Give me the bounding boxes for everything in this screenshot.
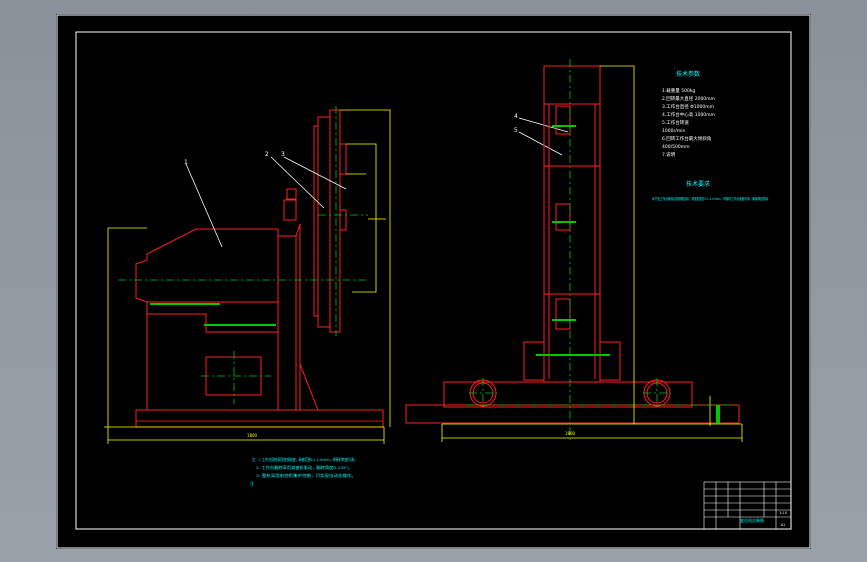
note-line: 2. 工作台翻转采用减速机驱动，翻转角度0-135°。	[256, 465, 352, 470]
outer-border	[56, 14, 811, 549]
part-leaders	[185, 117, 569, 248]
cad-viewer-canvas[interactable]: 1 2 3 4 5 1800 1800 技术参数 1.载重量 500kg 2.回…	[0, 0, 867, 562]
rotary-table	[317, 116, 331, 328]
side-width-dimension: 1800	[565, 431, 576, 436]
note-line: 注：1. 工作台回转采用变频调速，调速范围0.1-1.0r/min，焊接时转速可…	[252, 457, 357, 462]
note-tail: 注	[250, 480, 254, 486]
tech-params-title: 技术参数	[676, 70, 700, 78]
label-part-4: 4	[514, 113, 518, 120]
drawing-sheet[interactable]: 1 2 3 4 5 1800 1800 技术参数 1.载重量 500kg 2.回…	[56, 14, 811, 549]
assembly-drawing: 1 2 3 4 5 1800 1800 技术参数 1.载重量 500kg 2.回…	[56, 14, 811, 549]
tech-req-text: 本产品工作台转速由变频器控制，调速范围在0.1-1.0r/min，焊接时工作台速…	[652, 196, 769, 201]
title-block-sheet: A1	[781, 523, 786, 527]
title-block-scale: 1:10	[779, 511, 787, 515]
label-part-1: 1	[184, 159, 188, 166]
note-line: 3. 整机采用电控柜集中控制，可实现自动化操作。	[256, 473, 356, 478]
title-block-drawing-name: 变位机总装图	[740, 517, 764, 523]
front-width-dimension: 1800	[247, 433, 258, 438]
tech-param-line: 7.说明	[662, 151, 676, 158]
side-flange-markers	[536, 125, 720, 423]
tech-param-line: 1000r/min	[662, 128, 685, 134]
tech-param-line: 4.工作台中心高 1000mm	[662, 111, 715, 118]
column-body	[135, 228, 279, 410]
tech-param-line: 400/500mm	[662, 144, 689, 150]
base-plate	[135, 409, 384, 428]
tech-param-line: 1.载重量 500kg	[662, 87, 695, 94]
label-part-2: 2	[265, 151, 269, 158]
tech-param-line: 2.回转最大直径 2000mm	[662, 95, 715, 102]
tech-param-line: 5.工作台转速	[662, 119, 689, 126]
tech-param-line: 3.工作台直径 Φ1000mm	[662, 103, 714, 110]
label-part-5: 5	[514, 127, 518, 134]
tech-req-title: 技术要求	[686, 180, 710, 188]
label-part-3: 3	[281, 151, 285, 158]
side-dimensions	[441, 65, 743, 442]
front-view	[135, 109, 384, 428]
side-view	[405, 65, 740, 424]
base-beam	[405, 404, 740, 424]
tech-param-line: 6.回转工作台最大倾斜角	[662, 135, 711, 142]
side-column	[543, 65, 601, 383]
